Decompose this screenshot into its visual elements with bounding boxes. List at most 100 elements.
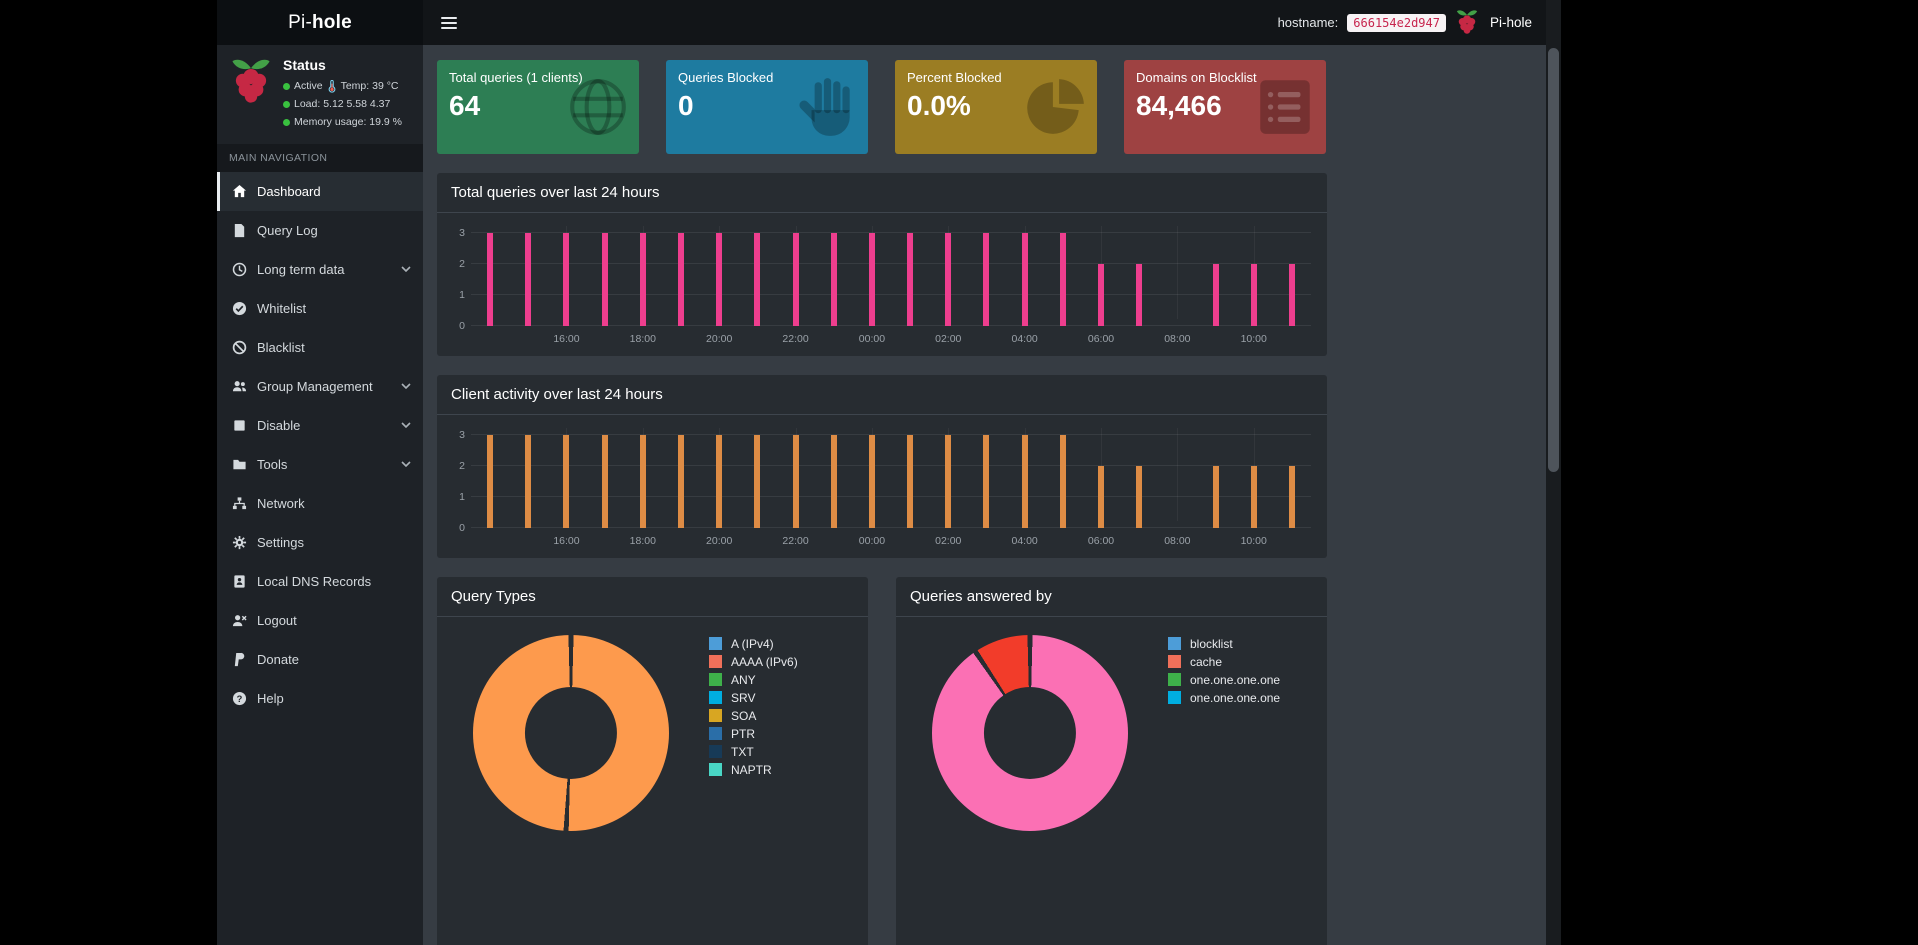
sidebar-item-settings[interactable]: Settings: [217, 523, 423, 562]
main-content: Total queries (1 clients) 64 Queries Blo…: [423, 45, 1546, 945]
legend-item[interactable]: ANY: [709, 672, 798, 687]
bar: [1288, 466, 1295, 528]
query-types-donut-chart: [473, 635, 669, 831]
legend-item[interactable]: cache: [1168, 654, 1280, 669]
legend-swatch: [1168, 637, 1181, 650]
panel-title: Total queries over last 24 hours: [437, 173, 1327, 213]
bar: [868, 233, 875, 326]
sidebar-item-local-dns-records[interactable]: Local DNS Records: [217, 562, 423, 601]
hostname-value: 666154e2d947: [1347, 13, 1446, 32]
legend-swatch: [709, 673, 722, 686]
legend-item[interactable]: AAAA (IPv6): [709, 655, 798, 669]
sidebar-item-help[interactable]: ? Help: [217, 679, 423, 718]
y-axis-label: 0: [459, 320, 465, 332]
total-queries-chart: 0 1 2 3 16:00 18:00 20:00 22:00 00:00 02:00 04:00…: [449, 226, 1311, 350]
menu-toggle-button[interactable]: [437, 11, 461, 35]
sidebar-item-query-log[interactable]: Query Log: [217, 211, 423, 250]
status-load-dot: [283, 101, 290, 109]
bar: [1212, 264, 1219, 326]
x-axis-label: 22:00: [782, 333, 809, 345]
sidebar-item-label: Settings: [257, 534, 304, 550]
scrollbar-track[interactable]: [1546, 0, 1561, 945]
legend-swatch: [709, 727, 722, 740]
bar: [1212, 466, 1219, 528]
hand-icon: [794, 74, 860, 140]
bar: [678, 435, 684, 528]
x-axis-label: 02:00: [935, 535, 962, 547]
bar: [1098, 466, 1104, 528]
legend-label: TXT: [731, 744, 754, 759]
status-memory-text: Memory usage: 19.9 %: [294, 115, 402, 128]
x-axis-label: 20:00: [706, 535, 733, 547]
brand-logo[interactable]: Pi-hole: [217, 0, 423, 45]
summary-card: Percent Blocked 0.0%: [895, 60, 1097, 154]
answered-by-legend: blocklist cache one.one.one.one one.one.…: [1168, 633, 1280, 831]
sidebar-item-disable[interactable]: Disable: [217, 406, 423, 445]
legend-item[interactable]: TXT: [709, 744, 798, 759]
bar: [983, 435, 990, 528]
sidebar-item-whitelist[interactable]: Whitelist: [217, 289, 423, 328]
legend-item[interactable]: PTR: [709, 727, 798, 741]
bar: [1059, 233, 1066, 326]
y-axis-label: 1: [459, 491, 465, 503]
bar: [792, 435, 799, 528]
sidebar-item-long-term-data[interactable]: Long term data: [217, 250, 423, 289]
sidebar-item-group-management[interactable]: Group Management: [217, 367, 423, 406]
sidebar-item-network[interactable]: Network: [217, 484, 423, 523]
legend-item[interactable]: blocklist: [1168, 637, 1280, 651]
summary-cards: Total queries (1 clients) 64 Queries Blo…: [437, 60, 1327, 154]
x-axis-label: 16:00: [553, 333, 580, 345]
bar: [1098, 264, 1104, 326]
y-axis-label: 3: [459, 227, 465, 239]
gear-icon: [231, 534, 247, 550]
sidebar-section-heading: MAIN NAVIGATION: [217, 143, 423, 172]
bar: [1021, 435, 1028, 528]
sidebar-item-label: Tools: [257, 456, 288, 472]
legend-label: ANY: [731, 672, 756, 687]
legend-item[interactable]: NAPTR: [709, 763, 798, 777]
status-memory-row: Memory usage: 19.9 %: [283, 114, 402, 132]
sidebar-item-label: Long term data: [257, 261, 345, 277]
x-axis-label: 10:00: [1240, 333, 1267, 345]
x-axis-label: 18:00: [629, 333, 656, 345]
legend-item[interactable]: SRV: [709, 691, 798, 705]
folder-icon: [231, 456, 247, 472]
chevron-down-icon: [401, 422, 411, 429]
legend-item[interactable]: SOA: [709, 709, 798, 723]
scrollbar-thumb[interactable]: [1548, 48, 1559, 472]
sidebar-item-blacklist[interactable]: Blacklist: [217, 328, 423, 367]
sidebar-item-tools[interactable]: Tools: [217, 445, 423, 484]
sidebar-item-donate[interactable]: Donate: [217, 640, 423, 679]
bar: [563, 233, 570, 326]
sidebar-item-dashboard[interactable]: Dashboard: [217, 171, 423, 211]
gridline: [471, 294, 1311, 295]
status-box: Status Active Temp: 39 °C Load: 5.12 5.5…: [217, 45, 423, 144]
legend-swatch: [1168, 655, 1181, 668]
bar: [1288, 264, 1295, 326]
panel-title: Queries answered by: [896, 577, 1327, 617]
sidebar-item-label: Help: [257, 690, 284, 706]
legend-item[interactable]: one.one.one.one: [1168, 673, 1280, 687]
client-activity-panel: Client activity over last 24 hours 0 1 2 3 …: [437, 375, 1327, 558]
navbar-right: hostname: 666154e2d947 Pi-hole: [1278, 9, 1532, 36]
sidebar-item-label: Dashboard: [257, 183, 321, 199]
bar: [1136, 466, 1143, 528]
total-queries-panel: Total queries over last 24 hours 0 1 2 3 16…: [437, 173, 1327, 356]
legend-label: cache: [1190, 654, 1223, 669]
legend-item[interactable]: one.one.one.one: [1168, 691, 1280, 705]
legend-item[interactable]: A (IPv4): [709, 637, 798, 651]
bar: [945, 435, 952, 528]
users-icon: [231, 378, 247, 394]
gridline: [471, 263, 1311, 264]
y-axis-label: 2: [459, 460, 465, 472]
sidebar-item-logout[interactable]: Logout: [217, 601, 423, 640]
chevron-down-icon: [401, 266, 411, 273]
bar: [907, 233, 914, 326]
x-axis-label: 06:00: [1087, 535, 1115, 547]
legend-swatch: [709, 691, 722, 704]
pihole-logo: [229, 57, 273, 107]
file-icon: [231, 222, 247, 238]
legend-swatch: [709, 745, 722, 758]
question-icon: ?: [231, 690, 247, 706]
bar: [868, 435, 875, 528]
